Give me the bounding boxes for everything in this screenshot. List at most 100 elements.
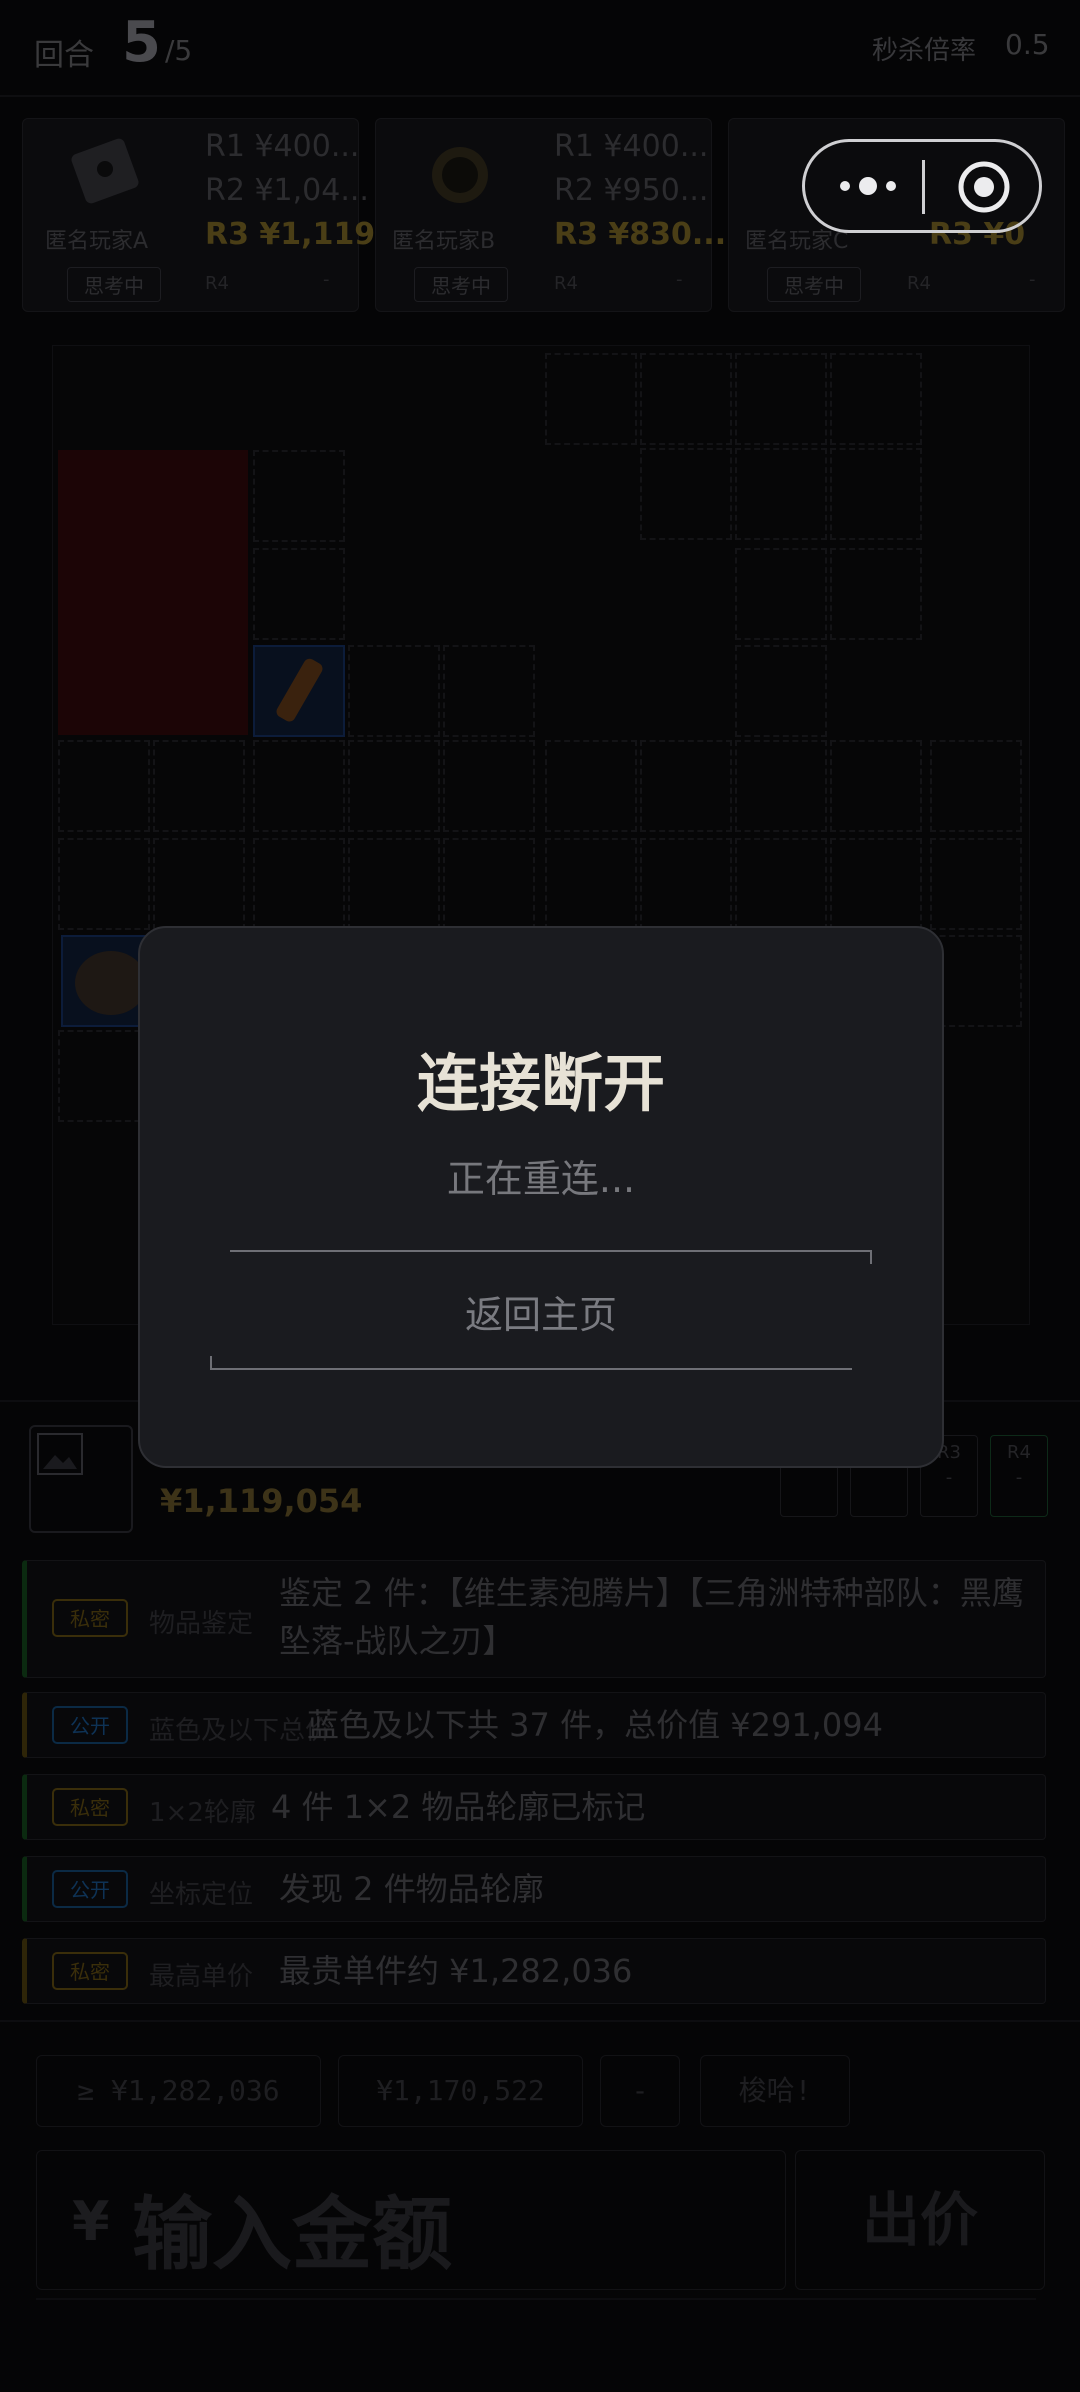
grid-cell[interactable] — [930, 740, 1022, 832]
quick-bid-dash-button[interactable]: - — [600, 2055, 680, 2127]
submit-bid-button[interactable]: 出价 — [795, 2150, 1045, 2290]
capsule-divider — [922, 160, 925, 214]
clue-tag-public: 公开 — [52, 1870, 128, 1908]
clue-title: 蓝色及以下总价 — [149, 1716, 332, 1746]
grid-cell[interactable] — [545, 740, 637, 832]
grid-cell[interactable] — [443, 740, 535, 832]
grid-cell[interactable] — [253, 740, 345, 832]
grid-cell[interactable] — [58, 740, 150, 832]
clue-item: 公开 坐标定位 发现 2 件物品轮廓 — [22, 1856, 1046, 1922]
grid-cell[interactable] — [348, 740, 440, 832]
bid-r4-value: - — [323, 269, 330, 290]
grid-cell[interactable] — [640, 353, 732, 445]
return-home-button[interactable]: 返回主页 — [210, 1250, 872, 1370]
grid-cell[interactable] — [735, 448, 827, 540]
close-target-icon[interactable] — [957, 160, 1011, 214]
round-box-value: - — [1015, 1467, 1023, 1488]
grid-cell[interactable] — [253, 838, 345, 930]
return-home-label: 返回主页 — [464, 1293, 617, 1337]
player-card-a: 匿名玩家A 思考中 R1 ¥400... R2 ¥1,04... R3 ¥1,1… — [22, 118, 409, 312]
more-dots-icon[interactable] — [835, 166, 901, 206]
grid-cell[interactable] — [153, 838, 245, 930]
button-border-top — [230, 1250, 872, 1252]
grid-cell[interactable] — [735, 740, 827, 832]
player-status: 思考中 — [67, 267, 161, 302]
clue-item: 私密 1×2轮廓 4 件 1×2 物品轮廓已标记 — [22, 1774, 1046, 1840]
grid-cell[interactable] — [640, 740, 732, 832]
player-name: 匿名玩家B — [392, 229, 496, 254]
bid-r2: R2 ¥950... — [554, 173, 709, 208]
clue-item: 私密 物品鉴定 鉴定 2 件：【维生素泡腾片】【三角洲特种部队：黑鹰坠落-战队之… — [22, 1560, 1046, 1678]
player-name: 匿名玩家A — [45, 229, 149, 254]
disconnect-dialog: 连接断开 正在重连... 返回主页 — [138, 926, 944, 1468]
clue-tag-public: 公开 — [52, 1706, 128, 1744]
bid-r4-label: R4 — [205, 273, 229, 294]
grid-cell[interactable] — [545, 838, 637, 930]
grid-cell[interactable] — [253, 548, 345, 640]
quick-bid-last-button[interactable]: ¥1,170,522 — [338, 2055, 583, 2127]
grid-cell[interactable] — [930, 838, 1022, 930]
clue-item: 公开 蓝色及以下总价 蓝色及以下共 37 件，总价值 ¥291,094 — [22, 1692, 1046, 1758]
item-price: ¥1,119,054 — [160, 1482, 363, 1520]
player-status: 思考中 — [414, 267, 508, 302]
grid-cell[interactable] — [735, 645, 827, 737]
player-status: 思考中 — [767, 267, 861, 302]
round-current: 5 — [122, 10, 161, 75]
currency-symbol: ¥ — [72, 2190, 110, 2253]
round-total: /5 — [165, 34, 193, 67]
bid-r1: R1 ¥400... — [205, 129, 360, 164]
broken-image-icon — [37, 1433, 83, 1475]
bid-r4-label: R4 — [554, 273, 578, 294]
grid-cell[interactable] — [830, 740, 922, 832]
grid-item-effervescent-tablets[interactable] — [253, 645, 345, 737]
grid-cell[interactable] — [830, 353, 922, 445]
grid-cell[interactable] — [830, 548, 922, 640]
quick-bid-min-button[interactable]: ≥ ¥1,282,036 — [36, 2055, 321, 2127]
all-in-button[interactable]: 梭哈! — [700, 2055, 850, 2127]
mini-program-capsule — [802, 139, 1042, 233]
grid-cell[interactable] — [443, 838, 535, 930]
bid-r4-label: R4 — [907, 273, 931, 294]
grid-cell[interactable] — [253, 450, 345, 542]
bid-r4-value: - — [1029, 269, 1036, 290]
grid-cell[interactable] — [348, 645, 440, 737]
tablet-tube-icon — [276, 658, 323, 722]
grid-cell[interactable] — [545, 353, 637, 445]
rate-label: 秒杀倍率 — [872, 36, 977, 66]
round-box-label: R4 — [1007, 1442, 1031, 1463]
bid-r2: R2 ¥1,04... — [205, 173, 369, 208]
player-card-b: 匿名玩家B 思考中 R1 ¥400... R2 ¥950... R3 ¥830.… — [375, 118, 726, 312]
divider — [0, 95, 1080, 97]
grid-cell[interactable] — [830, 838, 922, 930]
grid-cell[interactable] — [735, 548, 827, 640]
grid-cell[interactable] — [735, 838, 827, 930]
clue-body: 4 件 1×2 物品轮廓已标记 — [271, 1788, 646, 1826]
item-thumbnail — [29, 1425, 133, 1533]
round-box-value: - — [945, 1467, 953, 1488]
grid-cell[interactable] — [348, 838, 440, 930]
clue-title: 最高单价 — [149, 1962, 254, 1992]
grid-cell[interactable] — [58, 1030, 150, 1122]
dialog-title: 连接断开 — [416, 1047, 665, 1120]
dialog-subtitle: 正在重连... — [446, 1157, 636, 1201]
grid-cell[interactable] — [830, 448, 922, 540]
clue-tag-private: 私密 — [52, 1788, 128, 1826]
compass-icon — [432, 147, 488, 203]
grid-cell[interactable] — [153, 740, 245, 832]
grid-cell[interactable] — [58, 838, 150, 930]
clue-body: 蓝色及以下共 37 件，总价值 ¥291,094 — [307, 1706, 883, 1744]
bid-r3: R3 ¥830... — [554, 217, 727, 252]
clue-item: 私密 最高单价 最贵单件约 ¥1,282,036 — [22, 1938, 1046, 2004]
round-label: 回合 — [34, 38, 94, 73]
clue-body: 鉴定 2 件：【维生素泡腾片】【三角洲特种部队：黑鹰坠落-战队之刃】 — [279, 1574, 1024, 1660]
grid-cell[interactable] — [640, 838, 732, 930]
grid-cell[interactable] — [443, 645, 535, 737]
divider — [0, 2020, 1080, 2022]
grid-cell[interactable] — [735, 353, 827, 445]
clue-title: 坐标定位 — [149, 1880, 254, 1910]
amount-input[interactable]: 输入金额 — [132, 2170, 452, 2286]
clue-tag-private: 私密 — [52, 1952, 128, 1990]
card-item-icon — [71, 138, 139, 204]
button-border-corner — [870, 1250, 872, 1264]
grid-cell[interactable] — [640, 448, 732, 540]
